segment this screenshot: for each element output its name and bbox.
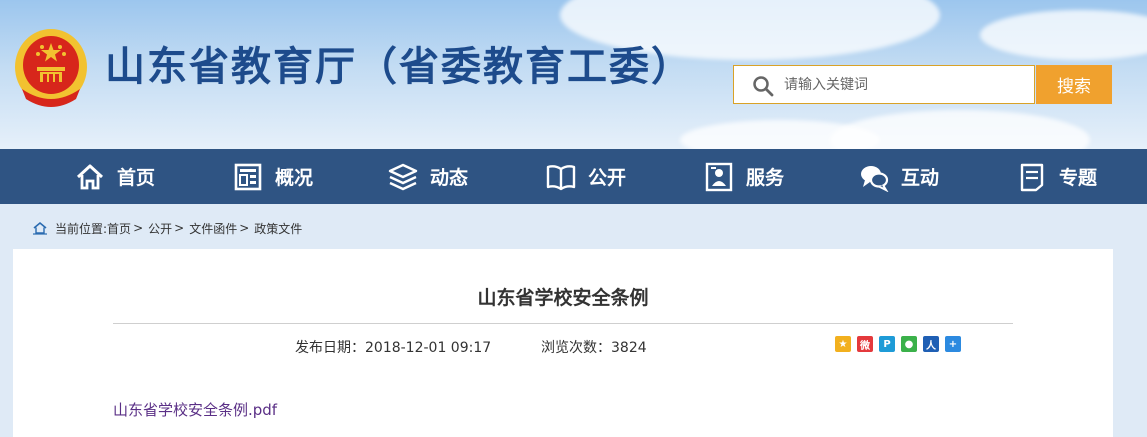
qzone-share-icon[interactable]: ★ xyxy=(835,336,851,352)
tencent-share-icon[interactable]: P xyxy=(879,336,895,352)
breadcrumb-link-public[interactable]: 公开 xyxy=(148,220,172,237)
breadcrumb-separator: > xyxy=(133,221,144,235)
nav-label: 互动 xyxy=(901,167,940,189)
stack-icon xyxy=(388,163,418,190)
nav-item-service[interactable]: 服务 xyxy=(704,149,784,204)
publish-date-value: 2018-12-01 09:17 xyxy=(365,340,492,356)
background-cloud xyxy=(980,10,1147,60)
search-box xyxy=(733,65,1035,104)
article-panel: 山东省学校安全条例 发布日期：2018-12-01 09:17 浏览次数：382… xyxy=(13,249,1113,437)
national-emblem-icon xyxy=(15,29,87,107)
view-count-value: 3824 xyxy=(611,340,647,356)
site-header: 山东省教育厅（省委教育工委） 搜索 xyxy=(0,0,1147,149)
title-divider xyxy=(113,323,1013,324)
view-count-label: 浏览次数： xyxy=(541,340,611,356)
nav-item-interact[interactable]: 互动 xyxy=(859,149,939,204)
chat-icon xyxy=(861,165,889,192)
publish-date: 发布日期：2018-12-01 09:17 xyxy=(295,337,491,357)
book-icon xyxy=(546,164,576,190)
more-share-icon[interactable]: + xyxy=(945,336,961,352)
renren-share-icon[interactable]: 人 xyxy=(923,336,939,352)
nav-label: 动态 xyxy=(430,167,469,189)
home-icon xyxy=(33,221,47,235)
breadcrumb-separator: > xyxy=(174,221,185,235)
breadcrumb-link-home[interactable]: 首页 xyxy=(107,220,131,237)
breadcrumb-link-documents[interactable]: 文件函件 xyxy=(189,220,237,237)
document-icon xyxy=(1020,163,1044,191)
nav-item-overview[interactable]: 概况 xyxy=(233,149,313,204)
breadcrumb-separator: > xyxy=(239,221,250,235)
nav-label: 首页 xyxy=(117,167,156,189)
nav-item-home[interactable]: 首页 xyxy=(75,149,155,204)
search-button[interactable]: 搜索 xyxy=(1036,65,1112,104)
nav-label: 概况 xyxy=(275,167,314,189)
building-icon xyxy=(234,163,262,190)
nav-label: 专题 xyxy=(1059,167,1098,189)
wechat-share-icon[interactable]: ● xyxy=(901,336,917,352)
home-icon xyxy=(76,164,104,189)
search-icon xyxy=(753,76,774,97)
nav-label: 服务 xyxy=(746,167,785,189)
site-title: 山东省教育厅（省委教育工委） xyxy=(105,44,693,90)
nav-item-public[interactable]: 公开 xyxy=(546,149,626,204)
article-title: 山东省学校安全条例 xyxy=(477,287,649,309)
breadcrumb: 当前位置: 首页 > 公开 > 文件函件 > 政策文件 xyxy=(33,218,302,238)
view-count: 浏览次数：3824 xyxy=(541,337,647,357)
nav-label: 公开 xyxy=(588,167,627,189)
main-nav: 首页 概况 动态 公开 服务 互动 专题 xyxy=(0,149,1147,204)
nav-item-topic[interactable]: 专题 xyxy=(1017,149,1097,204)
search-input[interactable] xyxy=(784,66,1029,103)
service-icon xyxy=(705,162,733,191)
attachment-link[interactable]: 山东省学校安全条例.pdf xyxy=(113,399,277,420)
breadcrumb-link-policy[interactable]: 政策文件 xyxy=(254,220,302,237)
nav-item-news[interactable]: 动态 xyxy=(388,149,468,204)
share-bar: ★ 微 P ● 人 + xyxy=(835,336,961,352)
breadcrumb-prefix: 当前位置: xyxy=(55,221,108,236)
publish-date-label: 发布日期： xyxy=(295,340,365,356)
weibo-share-icon[interactable]: 微 xyxy=(857,336,873,352)
